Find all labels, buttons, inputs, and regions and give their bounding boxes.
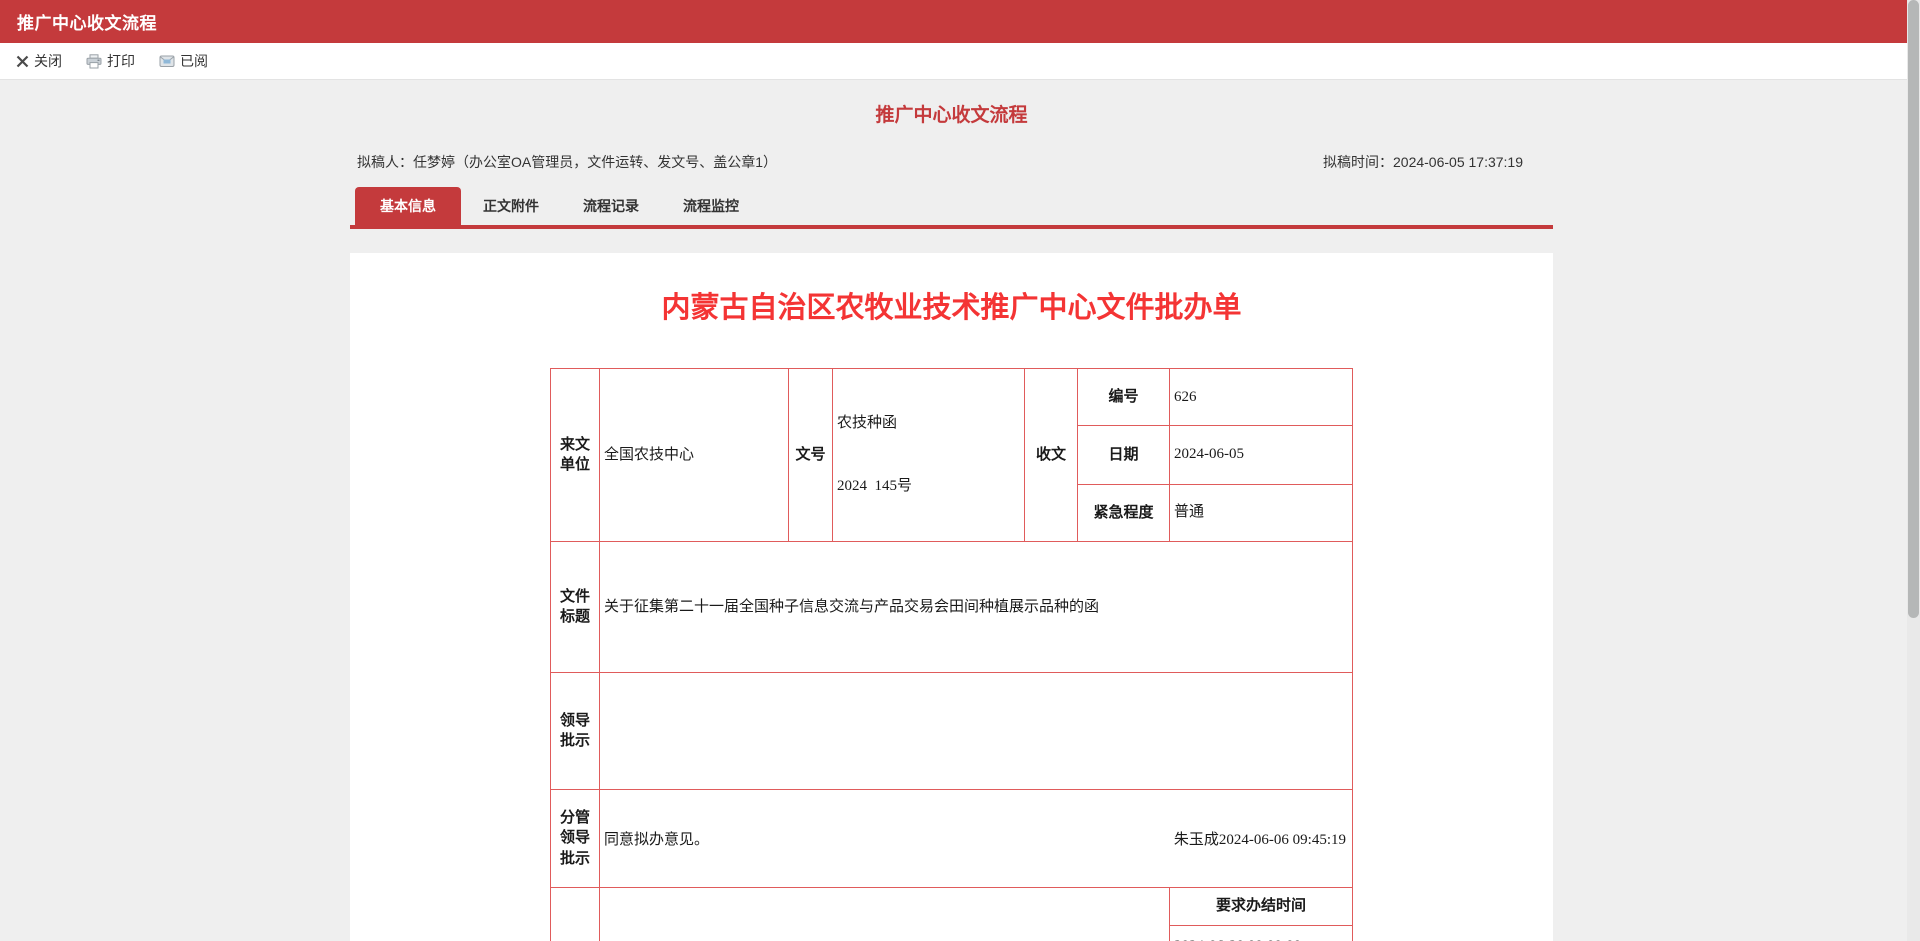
proposal-label: 拟办意见 <box>550 887 600 941</box>
scrollbar-track[interactable] <box>1907 0 1920 941</box>
draft-meta-row: 拟稿人：任梦婷（办公室OA管理员，文件运转、发文号、盖公章1） 拟稿时间：202… <box>350 152 1553 172</box>
number-value: 626 <box>1169 367 1353 427</box>
print-button[interactable]: 打印 <box>86 51 135 71</box>
deputy-remarks-cell: 同意拟办意见。 朱玉成2024-06-06 09:45:19 <box>599 789 1353 888</box>
close-button-label: 关闭 <box>34 53 62 69</box>
window-titlebar: 推广中心收文流程 <box>0 0 1920 43</box>
doc-number-value: 农技种函 2024 145号 <box>832 368 1025 542</box>
scrollbar-thumb[interactable] <box>1908 0 1919 618</box>
doc-title-value: 关于征集第二十一届全国种子信息交流与产品交易会田间种植展示品种的函 <box>599 541 1353 673</box>
number-label: 编号 <box>1077 367 1170 427</box>
required-finish-time-label: 要求办结时间 <box>1169 887 1353 926</box>
x-icon <box>16 55 29 68</box>
basic-info-panel: 内蒙古自治区农牧业技术推广中心文件批办单 来文单位 全国农技中心 文号 农技种函… <box>350 253 1553 941</box>
doc-title-label: 文件标题 <box>550 541 600 673</box>
source-unit-value: 全国农技中心 <box>599 368 789 542</box>
content-container: 推广中心收文流程 拟稿人：任梦婷（办公室OA管理员，文件运转、发文号、盖公章1）… <box>350 100 1553 941</box>
envelope-icon <box>159 54 175 68</box>
batch-form-table: 来文单位 全国农技中心 文号 农技种函 2024 145号 收文 编号 626 … <box>550 367 1353 941</box>
toolbar: 关闭 打印 已阅 <box>0 43 1920 80</box>
doc-number-line2: 2024 145号 <box>837 478 913 494</box>
doc-number-label: 文号 <box>788 368 833 542</box>
leader-remarks-label: 领导批示 <box>550 672 600 790</box>
proposal-cell: 呈胡主任阅示、呈朱主任阅示；拟请种业处落实，请粮油处、经作处阅。 刘斌2024-… <box>599 887 1170 941</box>
window-title: 推广中心收文流程 <box>17 14 157 33</box>
printer-icon <box>86 53 102 69</box>
drafter-info: 拟稿人：任梦婷（办公室OA管理员，文件运转、发文号、盖公章1） <box>357 154 778 170</box>
urgency-label: 紧急程度 <box>1077 483 1170 543</box>
deputy-remarks-label: 分管领导批示 <box>550 789 600 888</box>
doc-number-line1: 农技种函 <box>837 415 898 431</box>
form-title: 内蒙古自治区农牧业技术推广中心文件批办单 <box>661 292 1242 324</box>
urgency-value: 普通 <box>1169 483 1353 543</box>
read-button-label: 已阅 <box>180 53 208 69</box>
date-value: 2024-06-05 <box>1169 425 1353 485</box>
date-label: 日期 <box>1077 425 1170 485</box>
leader-remarks-value <box>599 672 1353 790</box>
read-button[interactable]: 已阅 <box>159 51 208 71</box>
deputy-remarks-signature: 朱玉成2024-06-06 09:45:19 <box>1173 832 1346 848</box>
required-finish-time-value: 2024-06-20 00:00:00 <box>1169 925 1353 941</box>
source-unit-label: 来文单位 <box>550 368 600 542</box>
draft-time: 拟稿时间：2024-06-05 17:37:19 <box>1323 154 1523 170</box>
tab-basic-info[interactable]: 基本信息 <box>355 187 461 225</box>
close-button[interactable]: 关闭 <box>16 51 62 71</box>
tab-flow-records[interactable]: 流程记录 <box>561 187 661 225</box>
tab-body-attachments[interactable]: 正文附件 <box>461 187 561 225</box>
tab-flow-monitor[interactable]: 流程监控 <box>661 187 761 225</box>
tabs-bar: 基本信息 正文附件 流程记录 流程监控 <box>350 187 1553 229</box>
deputy-remarks-value: 同意拟办意见。 <box>604 832 710 848</box>
print-button-label: 打印 <box>107 53 135 69</box>
receive-label: 收文 <box>1024 368 1078 542</box>
page-title: 推广中心收文流程 <box>875 105 1028 126</box>
